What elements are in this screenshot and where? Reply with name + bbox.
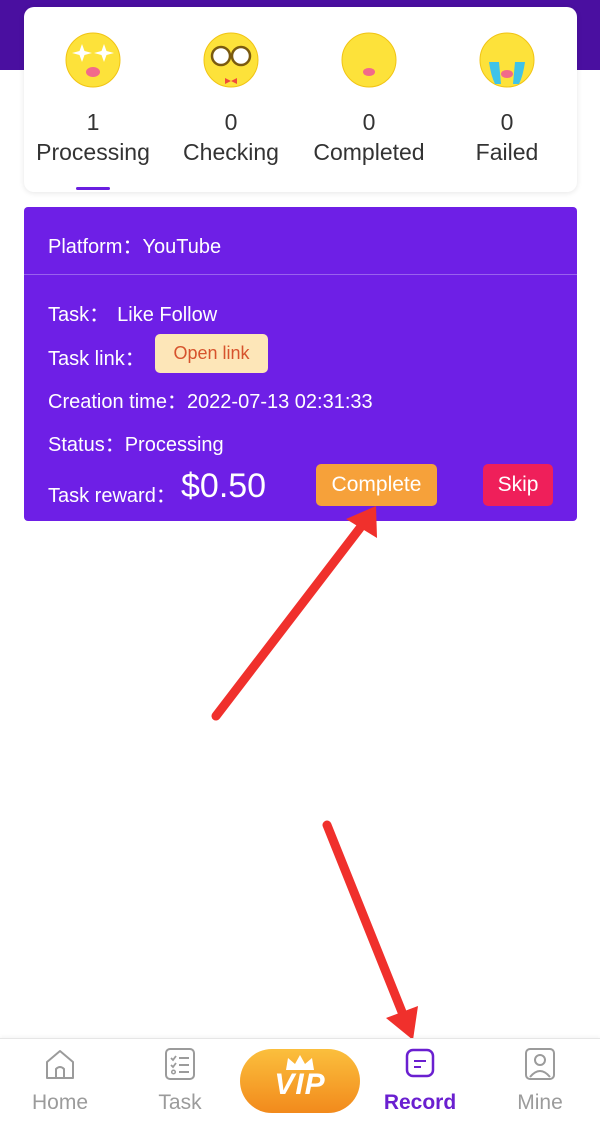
- nav-home[interactable]: Home: [0, 1039, 120, 1122]
- nav-record-label: Record: [383, 1091, 457, 1114]
- status-row: Status：Processing: [48, 428, 224, 457]
- checking-label: Checking: [183, 139, 279, 165]
- processing-label: Processing: [36, 139, 150, 165]
- creation-time-row: Creation time：2022-07-13 02:31:33: [48, 385, 373, 414]
- task-row: Task： Like Follow: [48, 298, 217, 327]
- task-card-divider: [24, 274, 577, 275]
- completed-count: 0: [362, 109, 376, 135]
- failed-label: Failed: [475, 139, 539, 165]
- task-reward-label: Task reward：: [48, 485, 176, 507]
- status-value: Processing: [124, 434, 224, 456]
- platform-value: YouTube: [142, 236, 222, 258]
- task-list-icon: [165, 1048, 195, 1080]
- platform-label: Platform：: [48, 236, 143, 258]
- profile-icon: [525, 1048, 555, 1080]
- annotation-arrow-complete: [211, 506, 377, 721]
- status-label: Status：: [48, 434, 125, 456]
- home-icon: [46, 1050, 74, 1079]
- completed-label: Completed: [313, 139, 425, 165]
- task-link-label: Task link：: [48, 348, 145, 370]
- active-tab-indicator: [76, 187, 110, 190]
- creation-time-value: 2022-07-13 02:31:33: [186, 391, 373, 413]
- platform-row: Platform：YouTube: [48, 230, 221, 259]
- task-reward-amount: $0.50: [181, 467, 267, 505]
- smiling-emoji-icon: [341, 32, 397, 88]
- complete-button[interactable]: Complete: [316, 464, 437, 506]
- status-tabs-card: 1 Processing 0 Checking 0 Completed 0 Fa…: [24, 7, 577, 192]
- tab-completed[interactable]: 0 Completed: [300, 7, 438, 192]
- tab-processing[interactable]: 1 Processing: [24, 7, 162, 192]
- processing-count: 1: [86, 109, 100, 135]
- failed-count: 0: [500, 109, 514, 135]
- open-link-button[interactable]: Open link: [155, 334, 268, 373]
- vip-label: VIP: [274, 1068, 326, 1101]
- nav-home-label: Home: [31, 1091, 89, 1114]
- task-label: Task：: [48, 304, 110, 326]
- checking-count: 0: [224, 109, 238, 135]
- record-icon: [405, 1048, 435, 1078]
- starry-eyes-emoji-icon: [65, 32, 121, 88]
- tab-checking[interactable]: 0 Checking: [162, 7, 300, 192]
- skip-button[interactable]: Skip: [483, 464, 553, 506]
- nav-task-label: Task: [158, 1091, 202, 1114]
- nav-task[interactable]: Task: [120, 1039, 240, 1122]
- annotation-arrow-record: [322, 820, 418, 1040]
- tab-failed[interactable]: 0 Failed: [438, 7, 576, 192]
- task-card: Platform：YouTube Task： Like Follow Task l…: [24, 207, 577, 521]
- task-value: Like Follow: [117, 304, 218, 326]
- nav-mine[interactable]: Mine: [480, 1039, 600, 1122]
- creation-time-label: Creation time：: [48, 391, 187, 413]
- crying-emoji-icon: [479, 32, 535, 88]
- glasses-emoji-icon: [203, 32, 259, 88]
- vip-button[interactable]: VIP: [240, 1049, 360, 1113]
- nav-record[interactable]: Record: [360, 1039, 480, 1122]
- nav-mine-label: Mine: [517, 1091, 563, 1114]
